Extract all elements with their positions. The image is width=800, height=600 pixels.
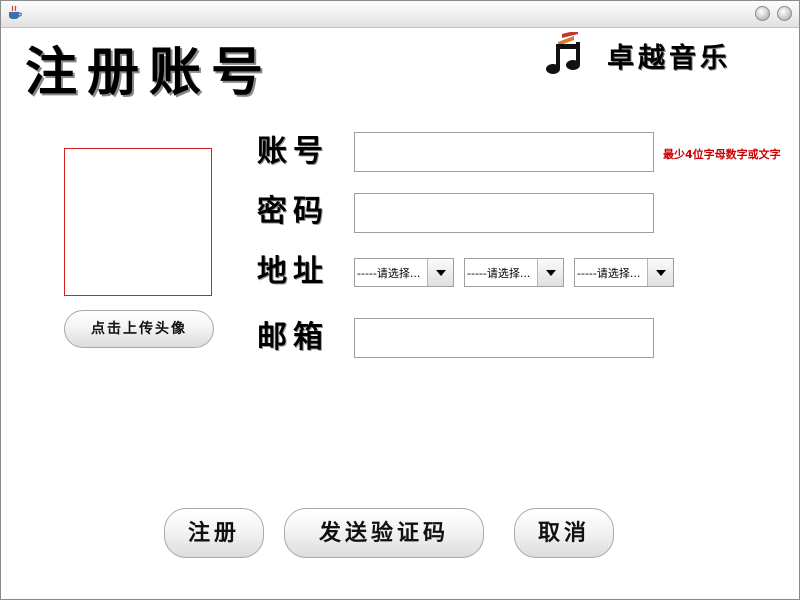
password-input[interactable] [354,193,654,233]
account-label: 账号 [257,134,329,169]
title-bar[interactable] [1,1,799,28]
close-button[interactable] [777,6,792,21]
account-hint: 最少4位字母数字或文字 [663,148,781,161]
email-input[interactable] [354,318,654,358]
province-select-value: -----请选择... [357,267,421,280]
register-window: 注册账号 卓越音乐 点击上传头像 账号 最少4位字母数字或文字 密码 地址 --… [0,0,800,600]
brand-name: 卓越音乐 [607,43,731,74]
upload-avatar-button[interactable]: 点击上传头像 [64,310,214,348]
province-select[interactable]: -----请选择... [354,258,454,287]
avatar-preview [64,148,212,296]
district-select-value: -----请选择... [577,267,641,280]
city-select[interactable]: -----请选择... [464,258,564,287]
account-input[interactable] [354,132,654,172]
chevron-down-icon[interactable] [427,259,453,286]
send-code-button[interactable]: 发送验证码 [284,508,484,558]
chevron-down-icon[interactable] [537,259,563,286]
chevron-down-icon[interactable] [647,259,673,286]
minimize-button[interactable] [755,6,770,21]
password-label: 密码 [257,194,329,229]
java-cup-icon [9,5,22,19]
page-title: 注册账号 [25,42,274,103]
music-notes-icon [546,32,580,74]
city-select-value: -----请选择... [467,267,531,280]
address-label: 地址 [257,254,329,289]
cancel-button[interactable]: 取消 [514,508,614,558]
district-select[interactable]: -----请选择... [574,258,674,287]
email-label: 邮箱 [257,320,329,355]
register-button[interactable]: 注册 [164,508,264,558]
